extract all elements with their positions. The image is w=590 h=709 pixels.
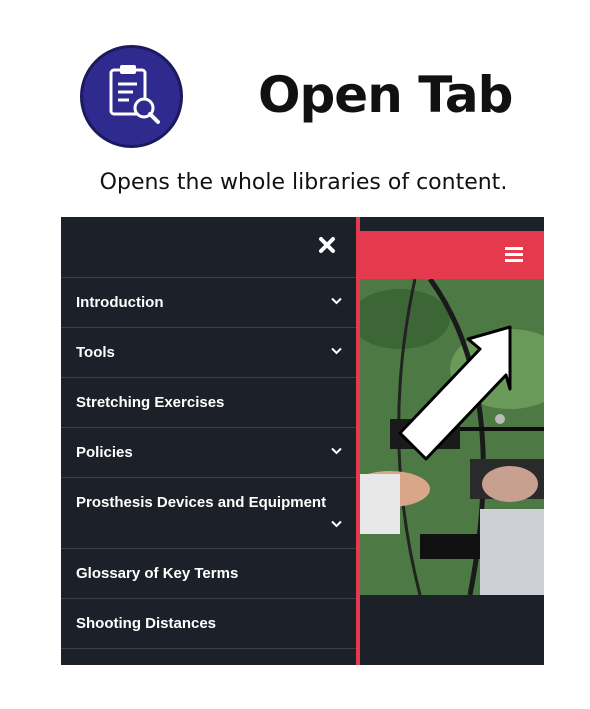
menu-item-label: Policies xyxy=(76,444,133,461)
chevron-down-icon[interactable] xyxy=(331,297,342,305)
menu-header xyxy=(61,217,356,278)
content-pane xyxy=(360,217,544,665)
side-menu: Introduction Tools Stretching Exercises … xyxy=(61,217,356,665)
menu-item-introduction[interactable]: Introduction xyxy=(61,278,356,328)
close-icon[interactable] xyxy=(318,236,336,254)
chevron-down-icon[interactable] xyxy=(331,520,342,528)
menu-item-stretching-exercises[interactable]: Stretching Exercises xyxy=(61,378,356,428)
menu-item-tools[interactable]: Tools xyxy=(61,328,356,378)
menu-item-shooting-distances[interactable]: Shooting Distances xyxy=(61,599,356,649)
chevron-down-icon[interactable] xyxy=(331,347,342,355)
hamburger-menu-icon[interactable] xyxy=(505,246,523,262)
menu-item-label: Shooting Distances xyxy=(76,615,217,632)
clipboard-search-icon xyxy=(109,65,160,124)
top-bar xyxy=(360,231,544,279)
archer-photo xyxy=(360,279,544,595)
menu-item-glossary[interactable]: Glossary of Key Terms xyxy=(61,549,356,599)
menu-item-prosthesis-devices[interactable]: Prosthesis Devices and Equipment xyxy=(61,478,356,549)
menu-item-label: Tools xyxy=(76,344,115,361)
menu-item-label: Prosthesis Devices and Equipment xyxy=(76,494,327,511)
menu-item-label: Glossary of Key Terms xyxy=(76,565,239,582)
menu-item-label: Introduction xyxy=(76,294,164,311)
menu-item-policies[interactable]: Policies xyxy=(61,428,356,478)
app-screenshot: Introduction Tools Stretching Exercises … xyxy=(61,217,544,665)
menu-item-label: Stretching Exercises xyxy=(76,394,225,411)
page-title: Open Tab xyxy=(258,66,513,124)
logo-badge xyxy=(80,45,183,148)
page-subtitle: Opens the whole libraries of content. xyxy=(99,170,508,195)
arrow-pointer-icon xyxy=(398,325,512,461)
chevron-down-icon[interactable] xyxy=(331,447,342,455)
